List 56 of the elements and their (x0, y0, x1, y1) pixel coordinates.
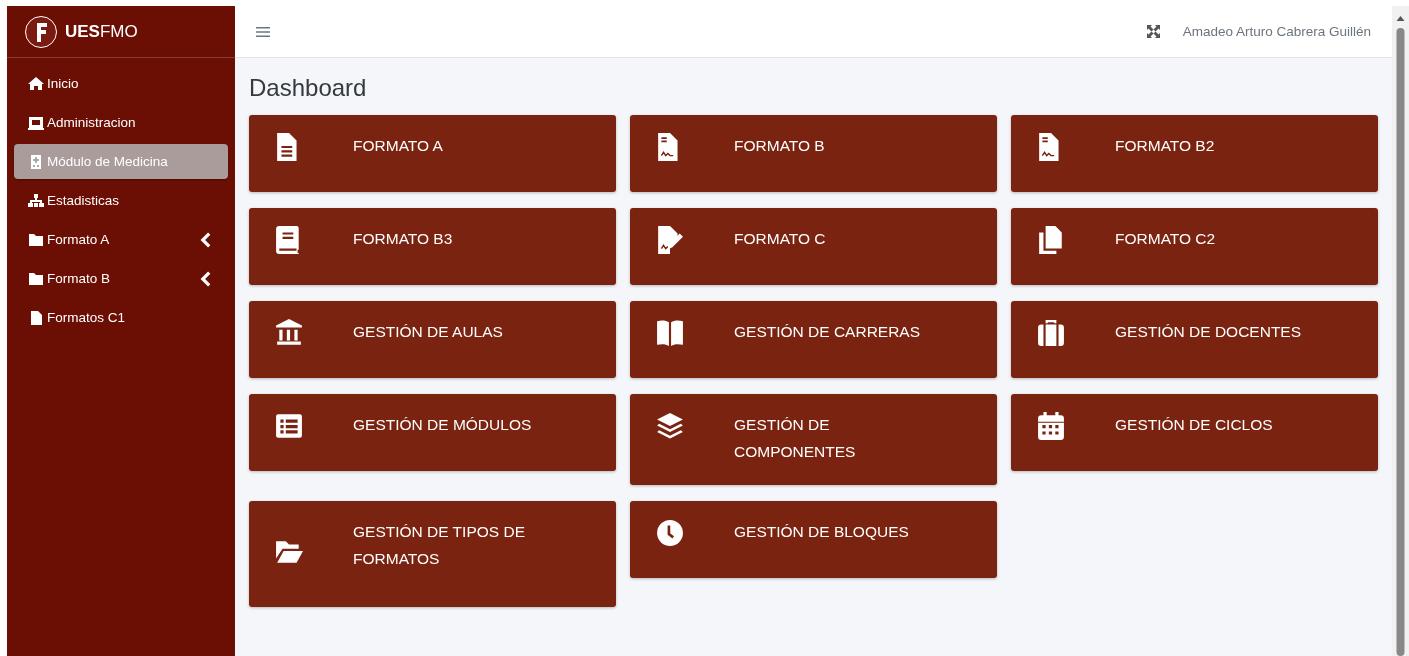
dashboard-card[interactable]: GESTIÓN DE BLOQUES (630, 501, 997, 578)
board-icon (28, 114, 44, 131)
copy-icon (1037, 226, 1065, 254)
dashboard-card[interactable]: GESTIÓN DE AULAS (249, 301, 616, 378)
card-title: FORMATO B3 (353, 229, 454, 249)
home-icon (28, 75, 44, 92)
dashboard-card[interactable]: FORMATO C (630, 208, 997, 285)
dashboard-card[interactable]: GESTIÓN DE DOCENTES (1011, 301, 1378, 378)
open-book-icon (656, 319, 684, 347)
sidebar-item[interactable]: Estadisticas (14, 183, 228, 218)
folder-icon (28, 231, 44, 248)
dashboard-card[interactable]: FORMATO B3 (249, 208, 616, 285)
suitcase-icon (1037, 319, 1065, 347)
card-title: FORMATO C2 (1115, 229, 1217, 249)
dashboard-card[interactable]: FORMATO A (249, 115, 616, 192)
card-title: GESTIÓN DE CARRERAS (734, 322, 922, 342)
sidebar-item[interactable]: Formato B (14, 261, 228, 296)
card-title: GESTIÓN DE TIPOS DE FORMATOS (353, 522, 526, 569)
columns-building-icon (275, 319, 303, 347)
card-title: GESTIÓN DE DOCENTES (1115, 322, 1303, 342)
clock-icon (656, 519, 684, 547)
dashboard-card[interactable]: GESTIÓN DE CARRERAS (630, 301, 997, 378)
calendar-icon (1037, 412, 1065, 440)
dashboard-card[interactable]: FORMATO B (630, 115, 997, 192)
layers-icon (656, 412, 684, 440)
page-title: Dashboard (249, 74, 368, 102)
brand-title: UESFMO (65, 21, 138, 42)
dashboard-card[interactable]: FORMATO C2 (1011, 208, 1378, 285)
card-title: GESTIÓN DE BLOQUES (734, 522, 910, 542)
logo-icon (25, 15, 57, 48)
card-title: FORMATO A (353, 136, 444, 156)
file-icon (28, 309, 44, 326)
list-icon (275, 412, 303, 440)
dashboard-card[interactable]: GESTIÓN DE TIPOS DE FORMATOS (249, 501, 616, 607)
sitemap-icon (28, 192, 44, 209)
sidebar-item[interactable]: Administracion (14, 105, 228, 140)
folder-icon (28, 270, 44, 287)
sidebar-item[interactable]: Inicio (14, 66, 228, 101)
card-title: FORMATO C (734, 229, 827, 249)
menu-icon[interactable] (256, 25, 270, 38)
dashboard-card[interactable]: GESTIÓN DE COMPONENTES (630, 394, 997, 485)
card-title: GESTIÓN DE CICLOS (1115, 415, 1274, 435)
pen-file-icon (656, 226, 684, 254)
user-name[interactable]: Amadeo Arturo Cabrera Guillén (1182, 24, 1371, 39)
dashboard-card[interactable]: GESTIÓN DE CICLOS (1011, 394, 1378, 471)
sidebar-item[interactable]: Formatos C1 (14, 300, 228, 335)
dashboard-card[interactable]: GESTIÓN DE MÓDULOS (249, 394, 616, 471)
hospital-icon (28, 153, 44, 170)
dashboard-card[interactable]: FORMATO B2 (1011, 115, 1378, 192)
card-title: GESTIÓN DE AULAS (353, 322, 504, 342)
card-title: FORMATO B (734, 136, 826, 156)
sidebar-item[interactable]: Formato A (14, 222, 228, 257)
card-title: GESTIÓN DE MÓDULOS (353, 415, 533, 435)
fullscreen-icon[interactable] (1146, 25, 1160, 38)
card-title: FORMATO B2 (1115, 136, 1216, 156)
card-title: GESTIÓN DE COMPONENTES (734, 415, 857, 462)
